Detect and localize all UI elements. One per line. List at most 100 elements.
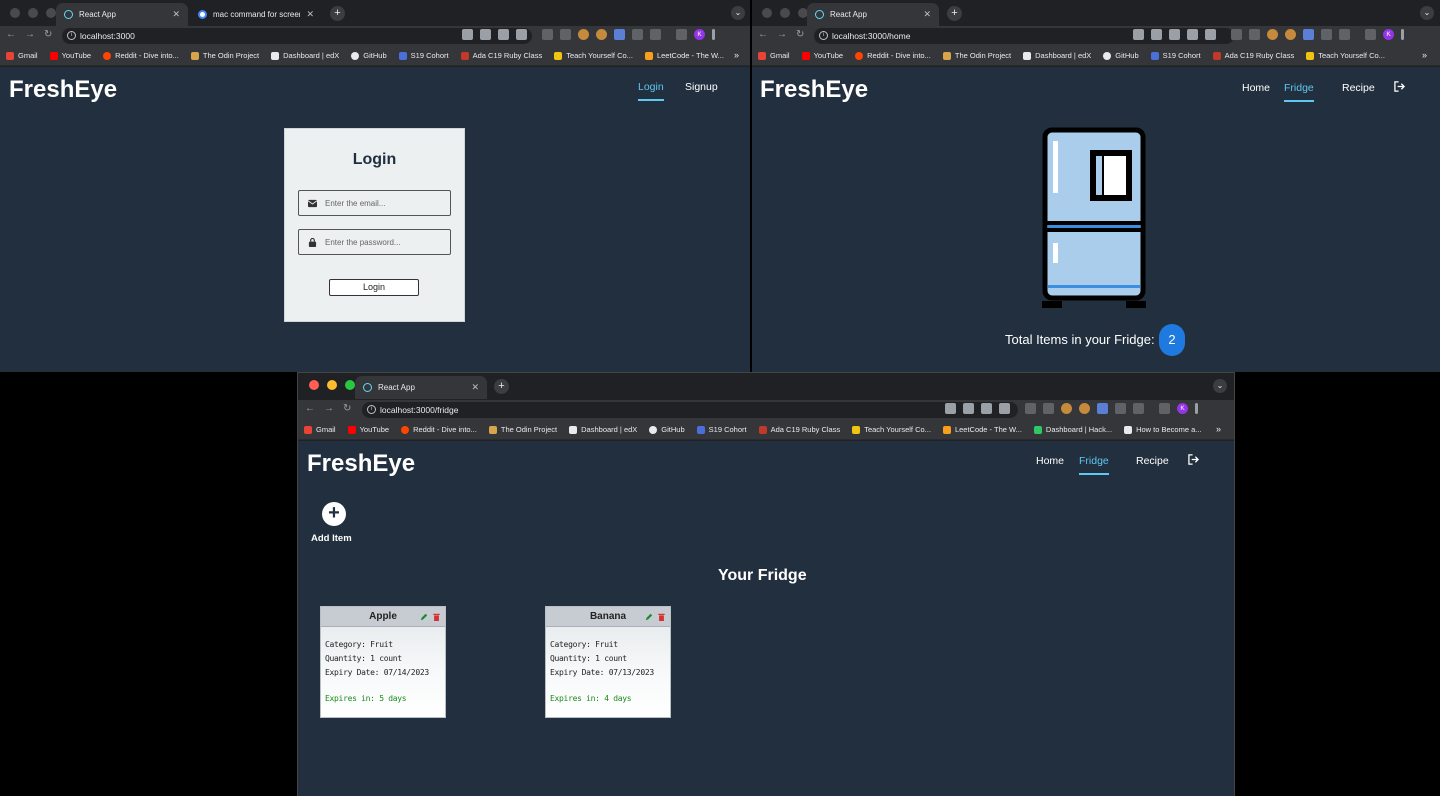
zoom-window-button[interactable]	[46, 8, 56, 18]
close-window-button[interactable]	[10, 8, 20, 18]
bookmark-odin[interactable]: The Odin Project	[190, 51, 259, 60]
bookmark-ada[interactable]: Ada C19 Ruby Class	[1212, 51, 1294, 60]
close-tab-icon[interactable]: ✕	[306, 9, 314, 20]
notion-extension-icon[interactable]	[1115, 403, 1126, 414]
minimize-window-button[interactable]	[780, 8, 790, 18]
nav-fridge[interactable]: Fridge	[1284, 82, 1314, 102]
nav-fridge[interactable]: Fridge	[1079, 455, 1109, 475]
tab-search-button[interactable]: ⌄	[731, 6, 745, 20]
extension-icon[interactable]	[1249, 29, 1260, 40]
edit-pencil-icon[interactable]	[420, 613, 428, 621]
bookmark-youtube[interactable]: YouTube	[801, 51, 843, 60]
bookmark-youtube[interactable]: YouTube	[347, 425, 389, 434]
site-info-icon[interactable]: i	[367, 405, 376, 414]
more-bookmarks-icon[interactable]: »	[1216, 424, 1221, 434]
puzzle-icon[interactable]	[1339, 29, 1350, 40]
bookmark-s19[interactable]: S19 Cohort	[696, 425, 747, 434]
bookmark-odin[interactable]: The Odin Project	[488, 425, 557, 434]
bookmark-edx[interactable]: Dashboard | edX	[569, 425, 637, 434]
shield-extension-icon[interactable]	[1025, 403, 1036, 414]
key-icon[interactable]	[1133, 29, 1144, 40]
address-bar[interactable]: i localhost:3000/fridge	[362, 402, 1018, 418]
bookmark-teach[interactable]: Teach Yourself Co...	[1306, 51, 1385, 60]
tab-react-app[interactable]: React App ✕	[355, 376, 487, 399]
app-logo[interactable]: FreshEye	[9, 76, 117, 104]
nav-home[interactable]: Home	[1242, 82, 1270, 94]
add-item-label[interactable]: Add Item	[311, 533, 352, 544]
nav-recipe[interactable]: Recipe	[1136, 455, 1169, 467]
minimize-window-button[interactable]	[28, 8, 38, 18]
more-bookmarks-icon[interactable]: »	[734, 50, 739, 60]
bookmark-github[interactable]: GitHub	[351, 51, 387, 60]
extension-icon[interactable]	[560, 29, 571, 40]
zoom-icon[interactable]	[480, 29, 491, 40]
share-icon[interactable]	[1187, 29, 1198, 40]
sidebar-icon[interactable]	[676, 29, 687, 40]
cast-icon[interactable]	[1151, 29, 1162, 40]
site-info-icon[interactable]: i	[67, 31, 76, 40]
back-icon[interactable]: ←	[6, 29, 16, 40]
bookmark-teach[interactable]: Teach Yourself Co...	[554, 51, 633, 60]
shield-extension-icon[interactable]	[542, 29, 553, 40]
bookmark-s19[interactable]: S19 Cohort	[1150, 51, 1201, 60]
email-field[interactable]	[298, 190, 451, 216]
site-info-icon[interactable]: i	[819, 31, 828, 40]
bookmark-edx[interactable]: Dashboard | edX	[1023, 51, 1091, 60]
new-tab-button[interactable]: +	[330, 6, 345, 21]
extension-icon[interactable]	[1079, 403, 1090, 414]
app-logo[interactable]: FreshEye	[307, 450, 415, 478]
profile-avatar[interactable]: K	[694, 29, 705, 40]
translate-extension-icon[interactable]	[614, 29, 625, 40]
tab-react-app[interactable]: React App ✕	[56, 3, 188, 26]
tab-mac-command[interactable]: mac command for screen rec ✕	[190, 3, 322, 26]
reload-icon[interactable]: ↻	[796, 29, 804, 40]
bookmark-odin[interactable]: The Odin Project	[942, 51, 1011, 60]
nav-login[interactable]: Login	[638, 81, 664, 101]
zoom-icon[interactable]	[1169, 29, 1180, 40]
bookmark-github[interactable]: GitHub	[1103, 51, 1139, 60]
password-input[interactable]	[325, 234, 445, 251]
zoom-icon[interactable]	[963, 403, 974, 414]
login-button[interactable]: Login	[329, 279, 419, 296]
cast-icon[interactable]	[462, 29, 473, 40]
bookmark-github[interactable]: GitHub	[649, 425, 685, 434]
password-field[interactable]	[298, 229, 451, 255]
back-icon[interactable]: ←	[758, 29, 768, 40]
kebab-menu-icon[interactable]	[712, 29, 715, 40]
bookmark-gmail[interactable]: Gmail	[6, 51, 38, 60]
bookmark-reddit[interactable]: Reddit - Dive into...	[401, 425, 477, 434]
new-tab-button[interactable]: +	[494, 379, 509, 394]
bookmark-edx[interactable]: Dashboard | edX	[271, 51, 339, 60]
puzzle-icon[interactable]	[650, 29, 661, 40]
delete-trash-icon[interactable]	[658, 613, 665, 621]
sidebar-icon[interactable]	[1365, 29, 1376, 40]
more-bookmarks-icon[interactable]: »	[1422, 50, 1427, 60]
star-icon[interactable]	[1205, 29, 1216, 40]
email-input[interactable]	[325, 195, 445, 212]
notion-extension-icon[interactable]	[1321, 29, 1332, 40]
close-window-button[interactable]	[762, 8, 772, 18]
forward-icon[interactable]: →	[777, 29, 787, 40]
bookmark-how-to-become[interactable]: How to Become a...	[1124, 425, 1202, 434]
extension-icon[interactable]	[1285, 29, 1296, 40]
bookmark-reddit[interactable]: Reddit - Dive into...	[103, 51, 179, 60]
forward-icon[interactable]: →	[324, 403, 334, 414]
profile-avatar[interactable]: K	[1177, 403, 1188, 414]
cookie-extension-icon[interactable]	[578, 29, 589, 40]
cookie-extension-icon[interactable]	[1061, 403, 1072, 414]
reload-icon[interactable]: ↻	[343, 403, 351, 414]
share-icon[interactable]	[498, 29, 509, 40]
translate-extension-icon[interactable]	[1097, 403, 1108, 414]
tab-search-button[interactable]: ⌄	[1213, 379, 1227, 393]
bookmark-teach[interactable]: Teach Yourself Co...	[852, 425, 931, 434]
cast-icon[interactable]	[945, 403, 956, 414]
star-icon[interactable]	[516, 29, 527, 40]
notion-extension-icon[interactable]	[632, 29, 643, 40]
logout-icon[interactable]	[1394, 81, 1405, 92]
logout-icon[interactable]	[1188, 454, 1199, 465]
edit-pencil-icon[interactable]	[645, 613, 653, 621]
tab-search-button[interactable]: ⌄	[1420, 6, 1434, 20]
minimize-window-button[interactable]	[327, 380, 337, 390]
close-tab-icon[interactable]: ✕	[471, 382, 479, 393]
reload-icon[interactable]: ↻	[44, 29, 52, 40]
